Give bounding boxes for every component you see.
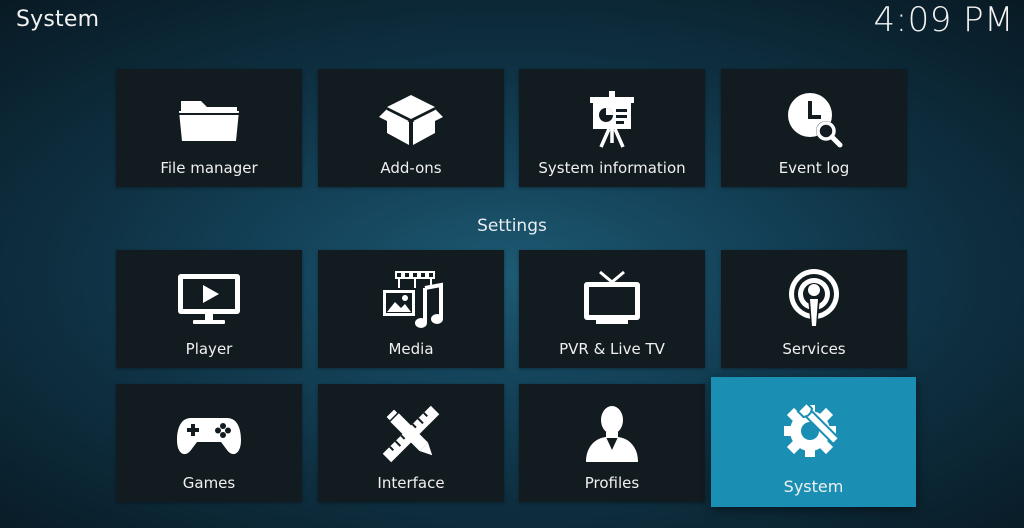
gamepad-icon xyxy=(173,402,245,466)
presentation-easel-icon xyxy=(576,87,648,151)
tile-pvr-live-tv[interactable]: PVR & Live TV xyxy=(519,250,705,368)
tile-interface[interactable]: Interface xyxy=(318,384,504,502)
media-library-icon xyxy=(375,268,447,332)
tile-label: System information xyxy=(538,159,686,177)
tile-label: Media xyxy=(388,340,434,358)
settings-heading: Settings xyxy=(477,216,547,236)
tile-label: File manager xyxy=(160,159,258,177)
tile-label: Add-ons xyxy=(380,159,442,177)
tile-file-manager[interactable]: File manager xyxy=(116,69,302,187)
tile-system-information[interactable]: System information xyxy=(519,69,705,187)
tile-label: Interface xyxy=(377,474,445,492)
tile-label: PVR & Live TV xyxy=(559,340,665,358)
open-box-icon xyxy=(375,87,447,151)
tile-event-log[interactable]: Event log xyxy=(721,69,907,187)
folder-icon xyxy=(173,87,245,151)
tile-label: Player xyxy=(185,340,233,358)
podcast-broadcast-icon xyxy=(778,268,850,332)
clock: 4:09 PM xyxy=(873,0,1014,40)
tile-player[interactable]: Player xyxy=(116,250,302,368)
tile-label: Event log xyxy=(778,159,850,177)
tile-label: System xyxy=(783,477,844,496)
monitor-play-icon xyxy=(173,268,245,332)
pencil-ruler-icon xyxy=(375,402,447,466)
clock-search-icon xyxy=(778,87,850,151)
tv-antenna-icon xyxy=(576,268,648,332)
window-title: System xyxy=(16,7,100,32)
tile-label: Services xyxy=(782,340,846,358)
gear-wrench-icon xyxy=(778,397,850,461)
tile-add-ons[interactable]: Add-ons xyxy=(318,69,504,187)
user-silhouette-icon xyxy=(576,402,648,466)
tile-system[interactable]: System xyxy=(711,377,916,507)
tile-media[interactable]: Media xyxy=(318,250,504,368)
tile-label: Profiles xyxy=(584,474,640,492)
tile-profiles[interactable]: Profiles xyxy=(519,384,705,502)
tile-games[interactable]: Games xyxy=(116,384,302,502)
tile-label: Games xyxy=(182,474,236,492)
tile-services[interactable]: Services xyxy=(721,250,907,368)
